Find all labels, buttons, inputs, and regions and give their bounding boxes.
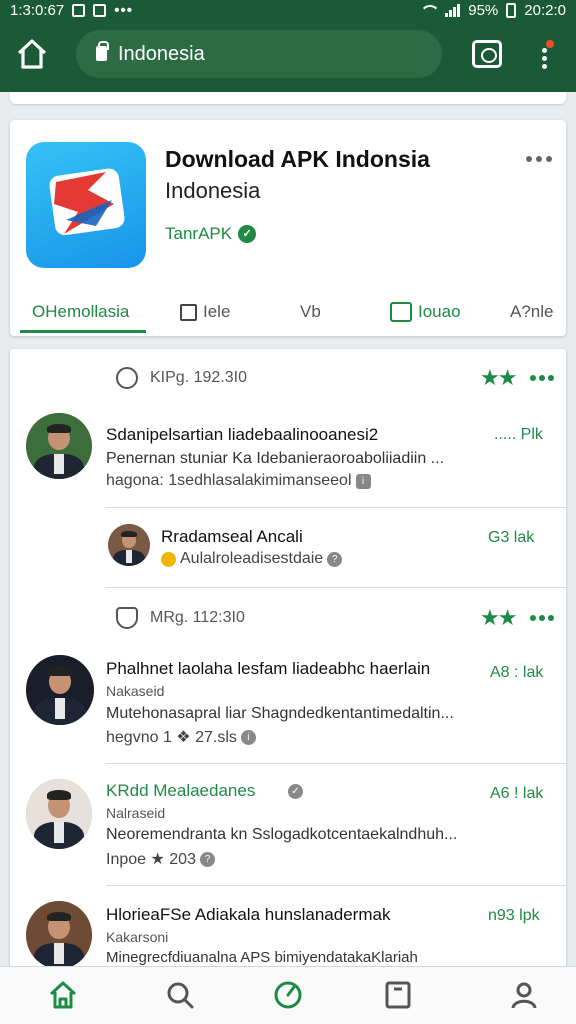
post-count: n93 lpk — [488, 907, 540, 924]
divider — [106, 885, 566, 886]
rating-stars-icon: ★★ — [480, 365, 517, 390]
clock-right: 20:2:0 — [524, 2, 566, 19]
battery-icon — [506, 3, 517, 18]
post-author[interactable]: Kakarsoni — [106, 929, 168, 945]
photo-icon — [93, 4, 107, 17]
section-label: MRg. 112:3I0 — [150, 609, 245, 626]
section-header: MRg. 112:3I0 ★★ — [10, 589, 566, 647]
post-meta-text: hagona: 1sedhlasalakimimanseeol — [106, 472, 352, 489]
reply-title[interactable]: Rradamseal Ancali — [161, 527, 303, 547]
tab-overview[interactable]: OHemollasia — [32, 294, 129, 330]
section-label: KIPg. 192.3I0 — [150, 369, 247, 386]
post-title[interactable]: KRdd Mealaedanes — [106, 781, 255, 801]
post-text: Neoremendranta kn Sslogadkotcentaekalndh… — [106, 826, 458, 843]
tab-version[interactable]: Vb — [300, 294, 321, 330]
home-icon[interactable] — [14, 36, 50, 72]
active-tab-indicator — [20, 330, 146, 333]
post-author[interactable]: Nakaseid — [106, 683, 164, 699]
divider — [106, 763, 566, 764]
search-icon[interactable] — [164, 979, 196, 1011]
post-meta-text: Inpoe ★ 203 — [106, 851, 196, 868]
url-text: Indonesia — [118, 43, 205, 65]
tab-label: Iele — [203, 302, 231, 321]
bookmark-icon[interactable] — [382, 979, 414, 1011]
avatar[interactable] — [26, 413, 92, 479]
developer-name[interactable]: TanrAPK — [165, 224, 232, 244]
tab-files[interactable]: Iele — [180, 294, 230, 330]
divider — [106, 507, 566, 508]
address-bar[interactable]: Indonesia — [76, 30, 442, 78]
review-feed: KIPg. 192.3I0 ★★ Sdanipelsartian liadeba… — [10, 349, 566, 969]
post-author[interactable]: Nalraseid — [106, 805, 165, 821]
post-meta-text: hegvno 1 ❖ 27.sls — [106, 729, 237, 746]
post-count: A6 ! lak — [490, 785, 544, 802]
notification-icon — [72, 4, 86, 17]
updates-icon[interactable] — [272, 979, 304, 1011]
overflow-menu-icon[interactable] — [536, 40, 554, 70]
section-header: KIPg. 192.3I0 ★★ — [10, 349, 566, 407]
apk-logo-icon[interactable] — [26, 142, 146, 268]
rating-stars-icon: ★★ — [480, 605, 517, 630]
home-icon[interactable] — [47, 979, 79, 1011]
info-circle-icon — [116, 367, 138, 389]
reply-meta-text: Aulalroleadisestdaie — [180, 550, 324, 567]
post-text: Minegrecfdiuanalna APS bimiyendatakaKlar… — [106, 949, 418, 966]
section-more-icon[interactable] — [530, 375, 554, 381]
info-icon: i — [240, 729, 256, 745]
profile-icon[interactable] — [508, 979, 540, 1011]
shield-icon — [116, 607, 138, 629]
divider — [106, 587, 566, 588]
signal-icon — [445, 4, 461, 17]
app-subtitle: Indonesia — [165, 178, 261, 203]
developer-row[interactable]: TanrAPK ✓ — [165, 224, 257, 244]
tab-label: Vb — [300, 302, 321, 321]
post-meta: hagona: 1sedhlasalakimimanseeol i — [106, 472, 371, 490]
post-count: ..... Plk — [494, 426, 543, 443]
post-text: Mutehonasapral liar Shagndedkentantimeda… — [106, 705, 454, 722]
verified-icon: ✓ — [288, 784, 303, 799]
app-tabs: OHemollasia Iele Vb Iouao A?nle — [10, 288, 566, 336]
post-title[interactable]: HlorieaFSe Adiakala hunslanadermak — [106, 905, 390, 925]
post-count: A8 : lak — [490, 664, 544, 681]
app-title: Download APK Indonsia — [165, 146, 430, 172]
more-notifications-icon: ••• — [114, 2, 133, 19]
reply-count: G3 lak — [488, 529, 535, 546]
info-icon: ? — [199, 851, 215, 867]
tab-label: A?nle — [510, 302, 554, 321]
thumbs-up-icon — [390, 302, 412, 322]
post-text: Penernan stuniar Ka Idebanieraoroaboliia… — [106, 450, 445, 467]
avatar[interactable] — [26, 655, 94, 725]
post-title[interactable]: Sdanipelsartian liadebaalinooanesi2 — [106, 425, 378, 445]
battery-percent: 95% — [468, 2, 499, 19]
post-meta: Inpoe ★ 203 ? — [106, 849, 215, 869]
avatar[interactable] — [26, 779, 92, 849]
info-icon: ? — [327, 551, 343, 567]
post-title[interactable]: Phalhnet laolaha lesfam liadeabhc haerla… — [106, 659, 430, 679]
tab-like[interactable]: Iouao — [390, 294, 461, 330]
page-strip — [10, 92, 566, 104]
verified-icon: ✓ — [238, 225, 257, 243]
lock-icon — [96, 41, 109, 61]
more-options-icon[interactable] — [526, 156, 552, 162]
avatar[interactable] — [108, 524, 150, 566]
browser-toolbar: 1:3:0:67 ••• 95% 20:2:0 Indonesia — [0, 0, 576, 92]
notification-dot — [546, 40, 554, 48]
app-card: Download APK Indonsia Indonesia TanrAPK … — [10, 120, 566, 336]
tab-label: Iouao — [418, 302, 461, 321]
tab-more[interactable]: A?nle — [510, 294, 553, 330]
wifi-icon — [419, 4, 441, 17]
tab-switcher-icon[interactable] — [472, 40, 502, 68]
status-bar: 1:3:0:67 ••• 95% 20:2:0 — [0, 0, 576, 22]
avatar[interactable] — [26, 901, 92, 969]
info-icon: i — [355, 473, 371, 489]
post-meta: hegvno 1 ❖ 27.sls i — [106, 727, 256, 747]
checkbox-icon — [180, 303, 197, 321]
bottom-navigation — [0, 966, 576, 1024]
tab-label: OHemollasia — [32, 302, 130, 321]
clock-left: 1:3:0:67 — [10, 2, 65, 19]
section-more-icon[interactable] — [530, 615, 554, 621]
reply-meta: Aulalroleadisestdaie ? — [161, 550, 343, 568]
badge-icon — [161, 551, 176, 567]
